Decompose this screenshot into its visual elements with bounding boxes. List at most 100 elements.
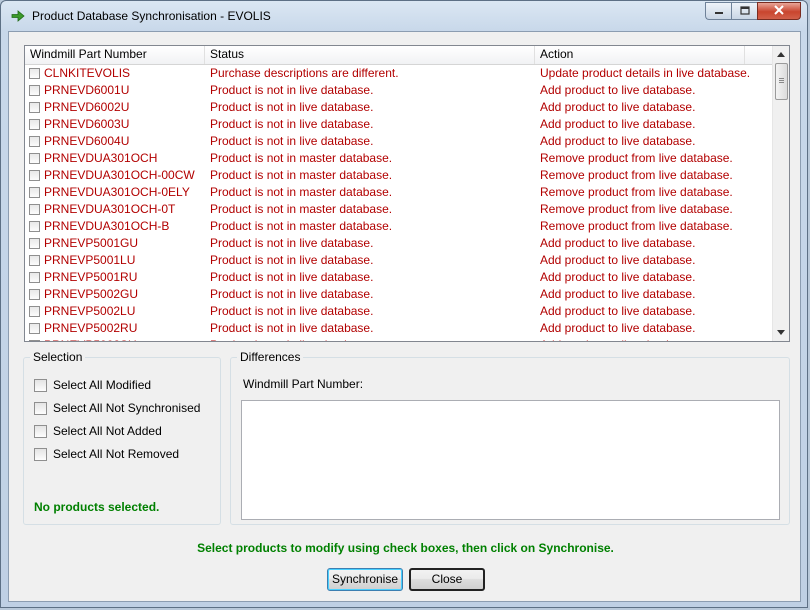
maximize-button[interactable] [731, 2, 757, 20]
select-all-not-synchronised-option[interactable]: Select All Not Synchronised [34, 401, 200, 415]
product-list[interactable]: Windmill Part Number Status Action CLNKI… [24, 45, 790, 342]
action-cell: Add product to live database. [540, 270, 696, 284]
part-number-text: CLNKITEVOLIS [44, 66, 131, 80]
select-all-not-synchronised-checkbox[interactable] [34, 401, 47, 415]
row-checkbox[interactable] [29, 187, 40, 198]
table-row[interactable]: PRNEVDUA301OCH-B Product is not in master… [25, 218, 773, 235]
table-row[interactable]: PRNEVP5002GU Product is not in live datab… [25, 286, 773, 303]
part-number-cell: PRNEVP5002LU [25, 303, 205, 320]
select-all-not-added-option[interactable]: Select All Not Added [34, 424, 162, 438]
title-bar[interactable]: Product Database Synchronisation - EVOLI… [1, 1, 807, 31]
action-cell: Remove product from live database. [540, 168, 733, 182]
action-cell: Add product to live database. [540, 83, 696, 97]
row-checkbox[interactable] [29, 289, 40, 300]
part-number-text: PRNEVDUA301OCH [44, 151, 158, 165]
row-checkbox[interactable] [29, 306, 40, 317]
select-all-not-added-label: Select All Not Added [53, 424, 162, 438]
row-checkbox[interactable] [29, 255, 40, 266]
synchronise-button[interactable]: Synchronise [327, 568, 403, 591]
column-header-filler [745, 46, 773, 64]
part-number-cell: PRNEVP5002SU [25, 337, 205, 341]
status-cell: Product is not in live database. [210, 270, 374, 284]
part-number-cell: PRNEVP5001RU [25, 269, 205, 286]
part-number-text: PRNEVD6004U [44, 134, 130, 148]
row-checkbox[interactable] [29, 204, 40, 215]
row-checkbox[interactable] [29, 170, 40, 181]
row-checkbox[interactable] [29, 340, 40, 341]
scroll-up-icon[interactable] [773, 46, 789, 63]
status-cell: Product is not in live database. [210, 100, 374, 114]
minimize-icon [714, 4, 724, 18]
green-arrow-icon [10, 8, 26, 24]
action-cell: Update product details in live database. [540, 66, 751, 80]
table-row[interactable]: PRNEVP5002LU Product is not in live datab… [25, 303, 773, 320]
row-checkbox[interactable] [29, 272, 40, 283]
table-row[interactable]: PRNEVDUA301OCH-00CW Product is not in mas… [25, 167, 773, 184]
select-all-not-removed-option[interactable]: Select All Not Removed [34, 447, 179, 461]
vertical-scrollbar[interactable] [772, 46, 789, 341]
instruction-hint: Select products to modify using check bo… [197, 541, 614, 555]
part-number-text: PRNEVDUA301OCH-B [44, 219, 170, 233]
column-header-status[interactable]: Status [205, 46, 535, 64]
select-all-not-added-checkbox[interactable] [34, 424, 47, 438]
table-row[interactable]: CLNKITEVOLIS Purchase descriptions are di… [25, 65, 773, 82]
part-number-cell: PRNEVDUA301OCH [25, 150, 205, 167]
table-row[interactable]: PRNEVD6001U Product is not in live databa… [25, 82, 773, 99]
part-number-text: PRNEVP5001LU [44, 253, 136, 267]
action-cell: Add product to live database. [540, 253, 696, 267]
status-cell: Product is not in live database. [210, 117, 374, 131]
action-cell: Add product to live database. [540, 117, 696, 131]
dialog-window: Product Database Synchronisation - EVOLI… [0, 0, 808, 608]
row-checkbox[interactable] [29, 68, 40, 79]
window-title: Product Database Synchronisation - EVOLI… [32, 9, 271, 23]
table-row[interactable]: PRNEVD6002U Product is not in live databa… [25, 99, 773, 116]
column-header-action[interactable]: Action [535, 46, 745, 64]
close-button[interactable]: Close [409, 568, 485, 591]
row-checkbox[interactable] [29, 153, 40, 164]
row-checkbox[interactable] [29, 119, 40, 130]
part-number-text: PRNEVDUA301OCH-0T [44, 202, 176, 216]
action-cell: Add product to live database. [540, 134, 696, 148]
part-number-text: PRNEVD6001U [44, 83, 130, 97]
status-cell: Product is not in live database. [210, 134, 374, 148]
part-number-text: PRNEVP5002RU [44, 321, 138, 335]
part-number-text: PRNEVD6003U [44, 117, 130, 131]
scroll-down-icon[interactable] [773, 324, 789, 341]
minimize-button[interactable] [705, 2, 731, 20]
part-number-text: PRNEVP5002LU [44, 304, 136, 318]
part-number-text: PRNEVDUA301OCH-00CW [44, 168, 195, 182]
table-row[interactable]: PRNEVDUA301OCH-0T Product is not in maste… [25, 201, 773, 218]
select-all-modified-option[interactable]: Select All Modified [34, 378, 151, 392]
action-cell: Add product to live database. [540, 304, 696, 318]
row-checkbox[interactable] [29, 136, 40, 147]
select-all-modified-checkbox[interactable] [34, 378, 47, 392]
table-row[interactable]: PRNEVD6004U Product is not in live databa… [25, 133, 773, 150]
column-header-part-number[interactable]: Windmill Part Number [25, 46, 205, 64]
part-number-cell: PRNEVDUA301OCH-0ELY [25, 184, 205, 201]
table-row[interactable]: PRNEVP5002RU Product is not in live datab… [25, 320, 773, 337]
table-row[interactable]: PRNEVP5001GU Product is not in live datab… [25, 235, 773, 252]
differences-details-box[interactable] [241, 400, 780, 520]
select-all-not-removed-checkbox[interactable] [34, 447, 47, 461]
close-icon [773, 4, 785, 18]
table-row[interactable]: PRNEVDUA301OCH-0ELY Product is not in mas… [25, 184, 773, 201]
part-number-text: PRNEVDUA301OCH-0ELY [44, 185, 190, 199]
scrollbar-thumb[interactable] [775, 63, 788, 100]
table-row[interactable]: PRNEVP5002SU Product is not in live datab… [25, 337, 773, 341]
row-checkbox[interactable] [29, 221, 40, 232]
table-row[interactable]: PRNEVD6003U Product is not in live databa… [25, 116, 773, 133]
part-number-cell: PRNEVD6003U [25, 116, 205, 133]
differences-group-title: Differences [237, 350, 304, 364]
status-cell: Product is not in live database. [205, 337, 535, 341]
row-checkbox[interactable] [29, 85, 40, 96]
row-checkbox[interactable] [29, 102, 40, 113]
status-cell: Product is not in master database. [210, 151, 393, 165]
row-checkbox[interactable] [29, 323, 40, 334]
table-row[interactable]: PRNEVDUA301OCH Product is not in master d… [25, 150, 773, 167]
table-row[interactable]: PRNEVP5001RU Product is not in live datab… [25, 269, 773, 286]
selection-status: No products selected. [34, 500, 160, 514]
table-row[interactable]: PRNEVP5001LU Product is not in live datab… [25, 252, 773, 269]
row-checkbox[interactable] [29, 238, 40, 249]
close-window-button[interactable] [757, 2, 801, 20]
status-cell: Purchase descriptions are different. [210, 66, 399, 80]
